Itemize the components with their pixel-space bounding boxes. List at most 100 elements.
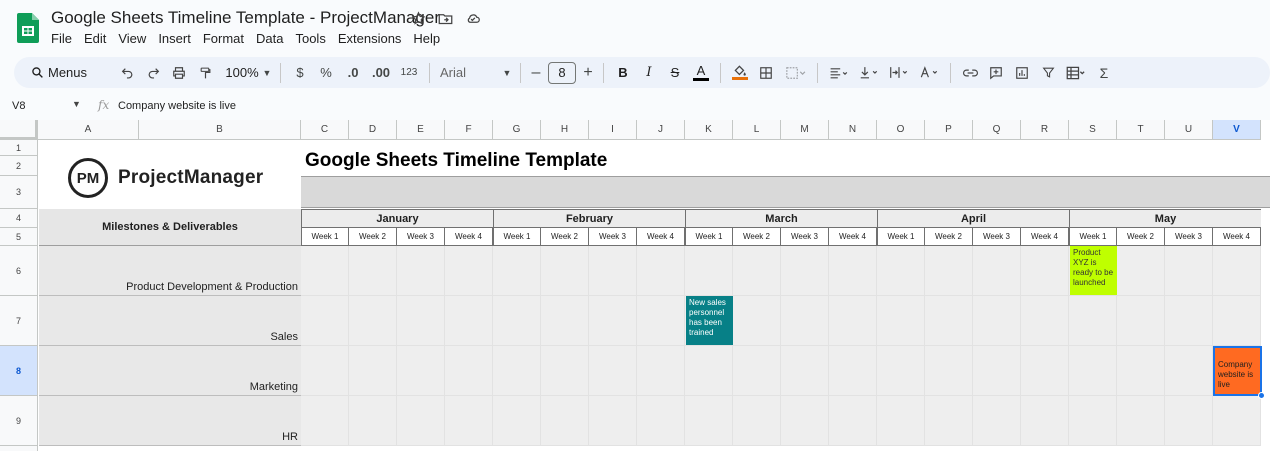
category-cell[interactable]: HR (39, 396, 301, 446)
print-icon[interactable] (166, 61, 192, 85)
row-header-2[interactable]: 2 (0, 156, 38, 176)
decrease-font-size-button[interactable]: – (527, 61, 545, 85)
text-color-button[interactable]: A (688, 61, 714, 85)
timeline-cell[interactable] (637, 346, 685, 396)
menu-view[interactable]: View (118, 31, 152, 46)
week-header[interactable]: Week 2 (733, 228, 781, 246)
timeline-cell[interactable] (397, 346, 445, 396)
timeline-cell[interactable] (589, 346, 637, 396)
column-header-b[interactable]: B (139, 120, 301, 140)
week-header[interactable]: Week 3 (397, 228, 445, 246)
timeline-cell[interactable] (1069, 296, 1117, 346)
week-header[interactable]: Week 2 (1117, 228, 1165, 246)
selection-fill-handle[interactable] (1258, 392, 1265, 399)
timeline-cell[interactable] (493, 296, 541, 346)
column-header-r[interactable]: R (1021, 120, 1069, 140)
column-header-j[interactable]: J (637, 120, 685, 140)
timeline-cell[interactable] (829, 296, 877, 346)
column-header-k[interactable]: K (685, 120, 733, 140)
timeline-cell[interactable] (541, 346, 589, 396)
week-header[interactable]: Week 3 (781, 228, 829, 246)
month-header-4[interactable]: May (1069, 209, 1261, 228)
timeline-cell[interactable] (589, 396, 637, 446)
week-header[interactable]: Week 2 (349, 228, 397, 246)
row-header-8[interactable]: 8 (0, 346, 38, 396)
column-header-q[interactable]: Q (973, 120, 1021, 140)
timeline-cell[interactable] (877, 246, 925, 296)
timeline-cell[interactable] (781, 346, 829, 396)
name-box[interactable]: V8 (12, 100, 25, 112)
timeline-cell[interactable] (445, 296, 493, 346)
decrease-decimal-button[interactable]: .0 (339, 61, 367, 85)
week-header[interactable]: Week 1 (685, 228, 733, 246)
timeline-cell[interactable] (781, 396, 829, 446)
month-header-2[interactable]: March (685, 209, 877, 228)
timeline-cell[interactable] (301, 396, 349, 446)
timeline-cell[interactable] (1213, 246, 1261, 296)
timeline-cell[interactable] (1021, 396, 1069, 446)
timeline-cell[interactable] (733, 396, 781, 446)
percent-format-button[interactable]: % (313, 61, 339, 85)
fill-color-icon[interactable] (727, 61, 753, 85)
timeline-cell[interactable] (301, 246, 349, 296)
timeline-cell[interactable] (493, 396, 541, 446)
move-to-folder-icon[interactable] (437, 10, 454, 27)
timeline-cell[interactable] (829, 246, 877, 296)
menu-file[interactable]: File (51, 31, 78, 46)
column-header-u[interactable]: U (1165, 120, 1213, 140)
timeline-cell[interactable] (349, 246, 397, 296)
column-header-f[interactable]: F (445, 120, 493, 140)
timeline-cell[interactable] (1213, 396, 1261, 446)
timeline-cell[interactable] (637, 246, 685, 296)
week-header[interactable]: Week 1 (1069, 228, 1117, 246)
insert-link-icon[interactable] (957, 61, 983, 85)
timeline-cell[interactable] (301, 296, 349, 346)
timeline-cell[interactable] (1021, 296, 1069, 346)
vertical-align-icon[interactable] (854, 61, 884, 85)
column-header-n[interactable]: N (829, 120, 877, 140)
borders-icon[interactable] (753, 61, 779, 85)
week-header[interactable]: Week 4 (1021, 228, 1069, 246)
timeline-cell[interactable] (1021, 346, 1069, 396)
increase-decimal-button[interactable]: .00 (367, 61, 395, 85)
month-header-3[interactable]: April (877, 209, 1069, 228)
category-cell[interactable]: Marketing (39, 346, 301, 396)
row-header-9[interactable]: 9 (0, 396, 38, 446)
row-header-partial[interactable] (0, 446, 38, 451)
menu-help[interactable]: Help (413, 31, 446, 46)
timeline-cell[interactable] (1117, 396, 1165, 446)
insert-comment-icon[interactable] (983, 61, 1009, 85)
timeline-cell[interactable] (1021, 246, 1069, 296)
timeline-cell[interactable] (1213, 296, 1261, 346)
column-header-d[interactable]: D (349, 120, 397, 140)
timeline-cell[interactable] (493, 346, 541, 396)
timeline-cell[interactable] (1165, 346, 1213, 396)
timeline-cell[interactable] (1069, 396, 1117, 446)
timeline-cell[interactable] (925, 396, 973, 446)
bold-button[interactable]: B (610, 61, 636, 85)
timeline-cell[interactable] (1117, 296, 1165, 346)
timeline-cell[interactable] (1069, 346, 1117, 396)
horizontal-align-icon[interactable] (824, 61, 854, 85)
timeline-cell[interactable] (781, 296, 829, 346)
chevron-down-icon[interactable]: ▼ (260, 61, 274, 85)
menu-format[interactable]: Format (203, 31, 250, 46)
timeline-cell[interactable] (877, 346, 925, 396)
timeline-cell[interactable] (349, 396, 397, 446)
text-rotation-icon[interactable] (914, 61, 944, 85)
timeline-cell[interactable] (589, 296, 637, 346)
column-header-h[interactable]: H (541, 120, 589, 140)
week-header[interactable]: Week 1 (877, 228, 925, 246)
column-header-s[interactable]: S (1069, 120, 1117, 140)
timeline-cell[interactable] (397, 296, 445, 346)
week-header[interactable]: Week 1 (493, 228, 541, 246)
timeline-cell[interactable] (445, 396, 493, 446)
filter-views-icon[interactable] (1061, 61, 1091, 85)
number-format-button[interactable]: 123 (395, 61, 423, 85)
timeline-cell[interactable] (541, 296, 589, 346)
category-cell[interactable]: Sales (39, 296, 301, 346)
timeline-cell[interactable] (925, 246, 973, 296)
row-header-5[interactable]: 5 (0, 228, 38, 246)
filter-icon[interactable] (1035, 61, 1061, 85)
banner-gray-band[interactable] (301, 176, 1270, 208)
